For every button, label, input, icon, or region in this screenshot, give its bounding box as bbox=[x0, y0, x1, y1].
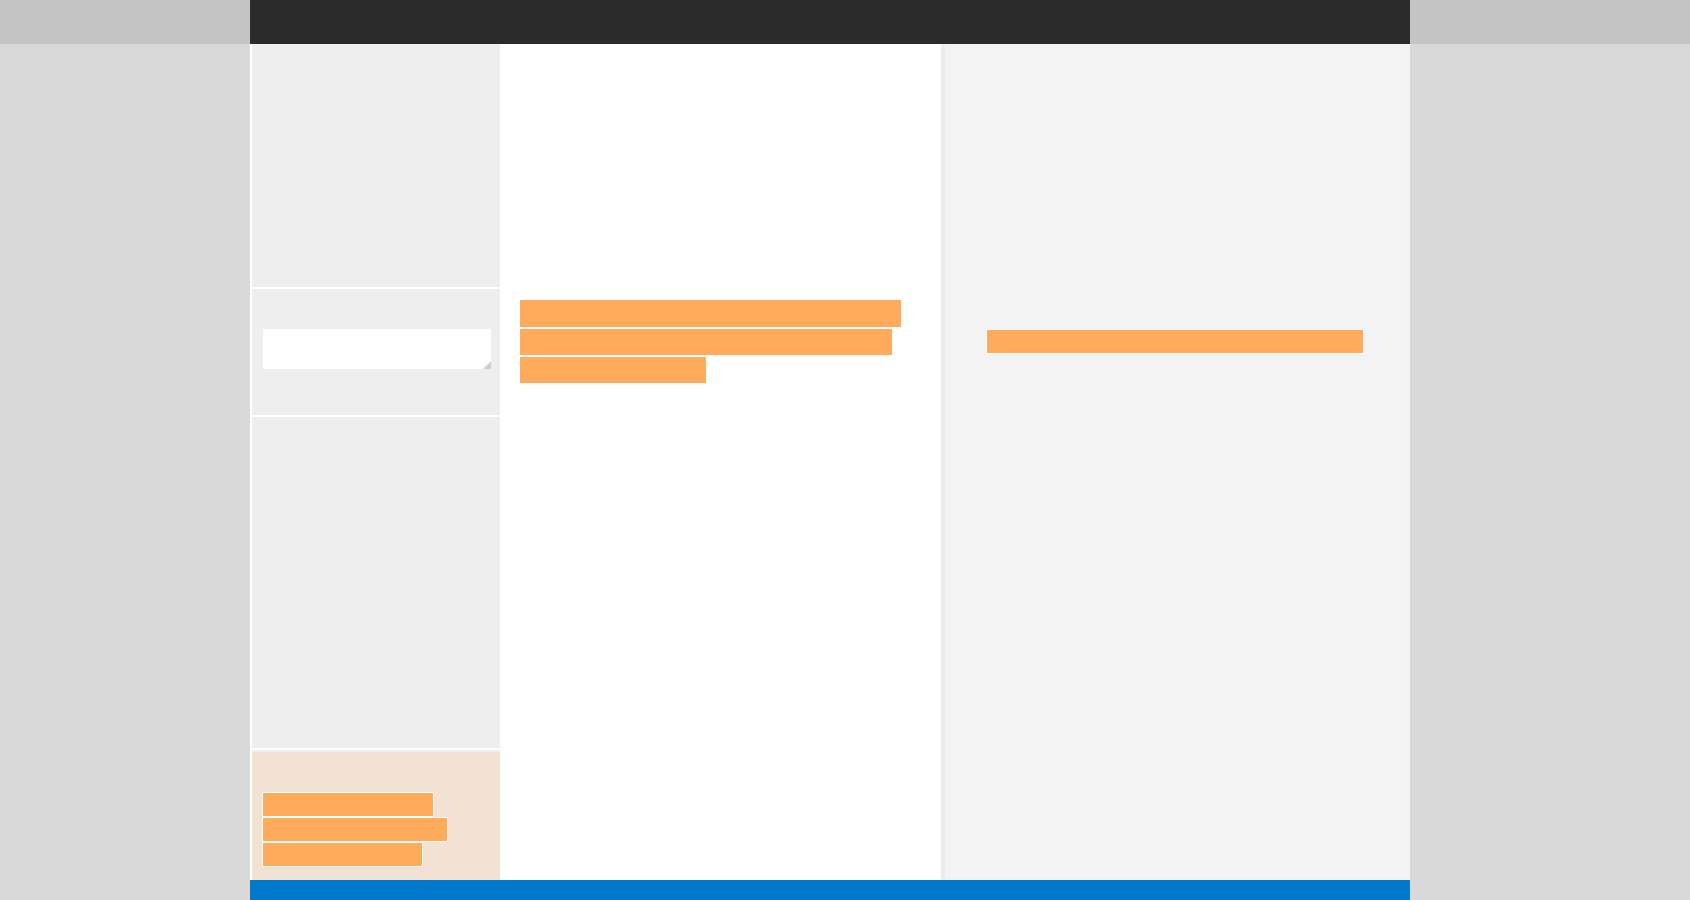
main-text-line-3 bbox=[519, 356, 707, 384]
left-sidebar bbox=[250, 44, 500, 880]
resize-grip-icon[interactable] bbox=[483, 361, 491, 369]
promo-line-3[interactable] bbox=[262, 842, 423, 867]
app-window bbox=[250, 0, 1410, 900]
sidebar-promo-section bbox=[252, 752, 500, 880]
top-header-bar bbox=[250, 0, 1410, 44]
right-panel-text-line bbox=[986, 329, 1364, 354]
sidebar-top-section bbox=[252, 44, 500, 289]
promo-line-2[interactable] bbox=[262, 817, 448, 842]
search-input[interactable] bbox=[263, 329, 491, 369]
footer-bar bbox=[250, 880, 1410, 900]
sidebar-content-section bbox=[252, 419, 500, 750]
main-text-line-1 bbox=[519, 299, 902, 328]
right-panel bbox=[941, 44, 1410, 880]
main-text-line-2 bbox=[519, 328, 893, 356]
sidebar-search-section bbox=[252, 291, 500, 417]
promo-line-1[interactable] bbox=[262, 792, 434, 817]
main-content bbox=[500, 44, 941, 880]
